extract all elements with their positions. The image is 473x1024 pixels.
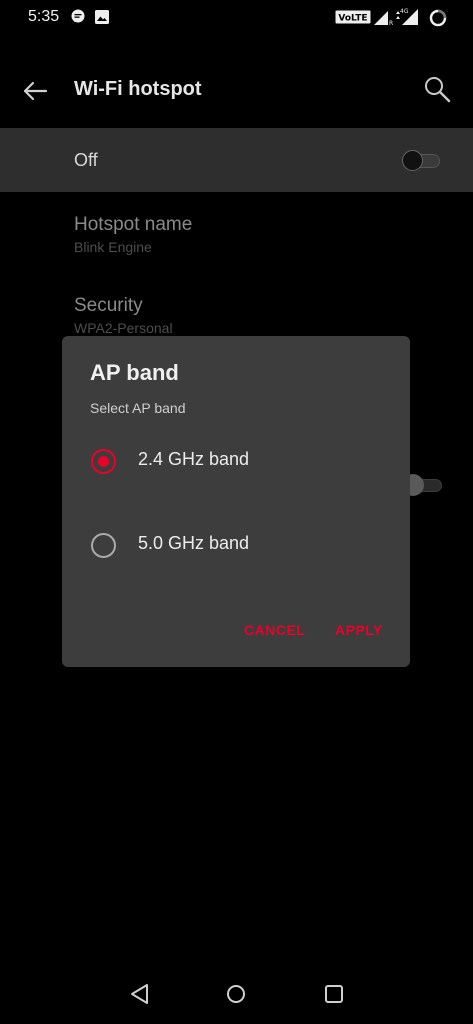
app-bar: Wi-Fi hotspot bbox=[0, 58, 473, 122]
search-icon bbox=[425, 77, 451, 103]
arrow-back-icon bbox=[23, 81, 48, 101]
ap-band-dialog: AP band Select AP band 2.4 GHz band 5.0 … bbox=[62, 336, 410, 667]
nav-back-icon bbox=[131, 984, 148, 1004]
status-bar: 5:35 VoLTE R 4G bbox=[0, 0, 473, 36]
search-button[interactable] bbox=[420, 72, 456, 108]
nav-home-icon bbox=[227, 985, 245, 1003]
message-icon bbox=[70, 9, 86, 30]
network-text: 4G bbox=[400, 8, 409, 15]
radio-option-5-0ghz[interactable]: 5.0 GHz band bbox=[82, 517, 392, 573]
dialog-title: AP band bbox=[90, 360, 179, 385]
battery-icon bbox=[428, 8, 448, 33]
back-button[interactable] bbox=[18, 74, 52, 108]
page-title: Wi-Fi hotspot bbox=[74, 78, 202, 100]
apply-button[interactable]: APPLY bbox=[335, 622, 383, 638]
hotspot-toggle-label: Off bbox=[74, 150, 98, 170]
volte-text: VoLTE bbox=[338, 14, 367, 24]
screen: 5:35 VoLTE R 4G Wi-Fi hotspot Off Hotspo… bbox=[0, 0, 473, 1024]
dialog-subtitle: Select AP band bbox=[90, 400, 186, 416]
nav-recents-button[interactable] bbox=[322, 982, 346, 1006]
cancel-button[interactable]: CANCEL bbox=[244, 622, 305, 638]
signal-icon: R bbox=[373, 10, 393, 31]
setting-subtitle: Blink Engine bbox=[74, 239, 152, 255]
radio-option-2-4ghz[interactable]: 2.4 GHz band bbox=[82, 433, 392, 489]
radio-button-unchecked[interactable] bbox=[91, 533, 116, 558]
hotspot-switch[interactable] bbox=[402, 150, 442, 171]
setting-title: Hotspot name bbox=[74, 214, 193, 235]
nav-back-button[interactable] bbox=[128, 982, 152, 1006]
nav-recents-icon bbox=[325, 985, 343, 1003]
radio-button-checked[interactable] bbox=[91, 449, 116, 474]
image-icon bbox=[94, 9, 110, 30]
svg-text:R: R bbox=[389, 20, 393, 26]
nav-home-button[interactable] bbox=[224, 982, 248, 1006]
status-time: 5:35 bbox=[28, 8, 60, 25]
navigation-bar bbox=[0, 964, 473, 1024]
radio-label: 2.4 GHz band bbox=[138, 449, 250, 469]
setting-title: Security bbox=[74, 295, 143, 316]
volte-icon: VoLTE bbox=[335, 10, 371, 29]
radio-label: 5.0 GHz band bbox=[138, 533, 250, 553]
hotspot-toggle-row[interactable]: Off bbox=[0, 128, 473, 192]
switch-thumb bbox=[402, 150, 423, 171]
signal-4g-icon: 4G bbox=[396, 6, 420, 31]
setting-subtitle: WPA2-Personal bbox=[74, 320, 173, 336]
